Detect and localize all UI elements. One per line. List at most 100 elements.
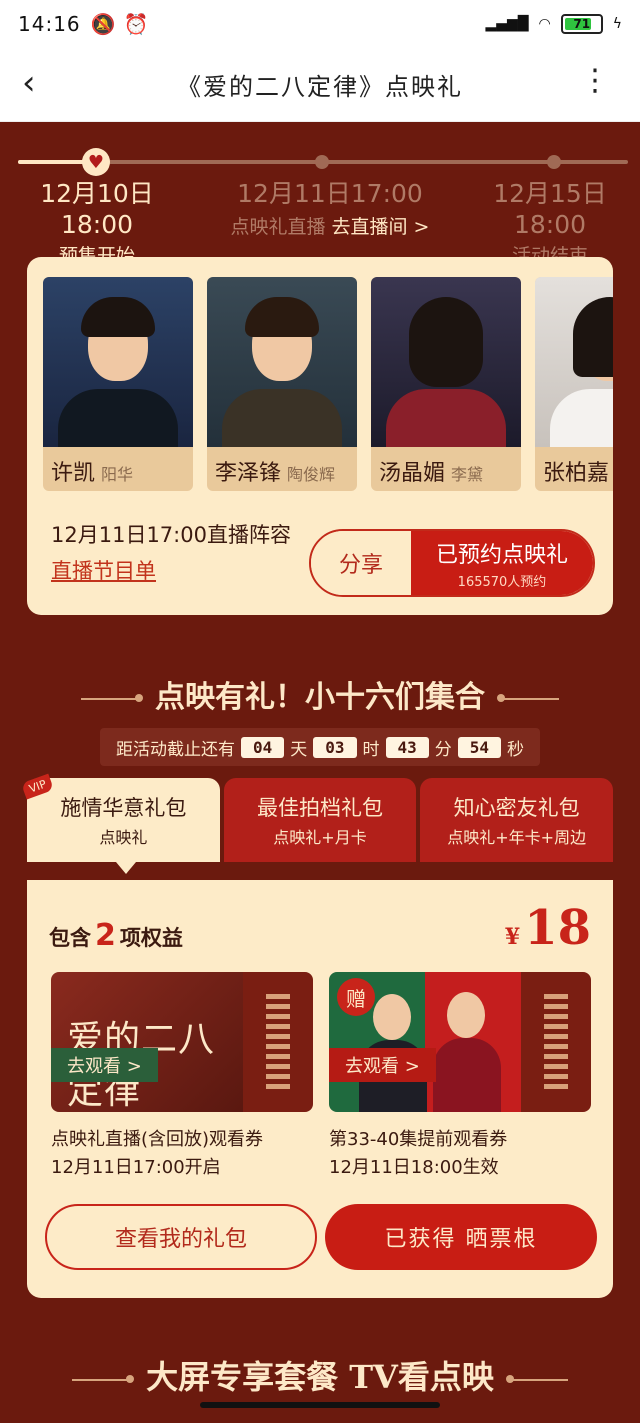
tab-subtitle: 点映礼+月卡	[273, 828, 367, 847]
section-title-text: 大屏专享套餐 TV看点映	[146, 1358, 494, 1396]
cast-list[interactable]: 许凯 阳华 李泽锋 陶俊辉 汤晶媚 李黛 张柏嘉	[43, 277, 613, 491]
timeline-dot	[315, 155, 329, 169]
price-amount: 18	[524, 900, 591, 956]
coupon-poster: 爱的二八定律 去观看 >	[51, 972, 243, 1112]
timeline-label: 点映礼直播	[230, 216, 326, 238]
benefit-summary: 包含 2 项权益	[49, 918, 183, 953]
coupon-desc: 第33-40集提前观看券 12月11日18:00生效	[329, 1126, 507, 1182]
timeline-date: 12月11日17:00	[237, 179, 423, 208]
countdown: 距活动截止还有 04 天 03 时 43 分 54 秒	[100, 728, 540, 766]
section-title-gift: 点映有礼！小十六们集合	[0, 672, 640, 716]
countdown-unit: 分	[434, 739, 452, 760]
actor-name: 汤晶媚	[379, 461, 446, 486]
section-title-text: 点映有礼！小十六们集合	[155, 680, 485, 715]
page-title: 《爱的二八定律》点映礼	[177, 73, 463, 101]
actor-name: 李泽锋	[215, 461, 282, 486]
package-panel: 包含 2 项权益 ¥18 爱的二八定律 去观看 > 点映礼直播(含回放)观看券 12…	[27, 880, 613, 1298]
reserved-button[interactable]: 已预约点映礼 165570人预约	[411, 531, 593, 595]
reserve-group: 分享 已预约点映礼 165570人预约	[309, 529, 595, 597]
cast-photo	[371, 277, 521, 447]
cast-card[interactable]: 李泽锋 陶俊辉	[207, 277, 357, 491]
obtained-button[interactable]: 已获得 晒票根	[325, 1204, 597, 1270]
wifi-icon: ◠	[538, 16, 551, 32]
tab-subtitle: 点映礼+年卡+周边	[447, 828, 587, 847]
coupon-desc-title: 点映礼直播(含回放)观看券	[51, 1129, 264, 1150]
role-name: 阳华	[101, 465, 134, 484]
timeline-item-presale: 12月10日18:00 预售开始	[12, 174, 182, 268]
countdown-unit: 秒	[507, 739, 525, 760]
charging-icon: ϟ	[612, 16, 622, 32]
countdown-unit: 时	[362, 739, 380, 760]
timeline-item-live: 12月11日17:00 点映礼直播 去直播间 >	[215, 174, 445, 239]
tab-pointer	[116, 862, 136, 874]
event-timeline: ♥ 12月10日18:00 预售开始 12月11日17:00 点映礼直播 去直播间…	[0, 122, 640, 267]
go-live-link[interactable]: 去直播间 >	[332, 216, 430, 238]
coupon-desc-time: 12月11日17:00开启	[51, 1157, 221, 1178]
back-icon[interactable]: ‹	[22, 66, 36, 100]
mute-bell-icon: 🔕	[90, 12, 116, 36]
coupon-desc-title: 第33-40集提前观看券	[329, 1129, 508, 1150]
tab-title: 知心密友礼包	[453, 796, 580, 820]
home-indicator[interactable]	[200, 1402, 440, 1408]
countdown-days: 04	[240, 736, 285, 758]
reserve-count: 165570人预约	[457, 574, 547, 590]
benefit-count: 2	[95, 918, 116, 953]
coupon-poster: 赠 去观看 >	[329, 972, 521, 1112]
tab-vip-package[interactable]: VIP 施情华意礼包 点映礼	[20, 773, 220, 862]
share-button[interactable]: 分享	[311, 531, 411, 595]
tab-partner-package[interactable]: 最佳拍档礼包 点映礼+月卡	[223, 778, 417, 862]
section-title-tv: 大屏专享套餐 TV看点映	[0, 1352, 640, 1398]
price: ¥18	[505, 900, 591, 956]
coupon-early-episodes[interactable]: 赠 去观看 >	[329, 972, 591, 1112]
timeline-dot	[547, 155, 561, 169]
watch-button[interactable]: 去观看 >	[51, 1048, 158, 1082]
role-name: 陶俊辉	[287, 465, 336, 484]
status-bar: 14:16 🔕 ⏰ ▂▄▆█ ◠ 71 ϟ	[0, 0, 640, 48]
cast-photo	[207, 277, 357, 447]
more-icon[interactable]: ⋮	[580, 66, 610, 96]
lineup-text: 12月11日17:00直播阵容	[51, 523, 291, 547]
coupon-desc: 点映礼直播(含回放)观看券 12月11日17:00开启	[51, 1126, 263, 1182]
coupon-stub	[243, 972, 313, 1112]
cast-photo	[43, 277, 193, 447]
heart-icon: ♥	[82, 148, 110, 176]
timeline-date: 12月10日18:00	[40, 179, 154, 239]
coupon-stub	[521, 972, 591, 1112]
package-tabs: VIP 施情华意礼包 点映礼 最佳拍档礼包 点映礼+月卡 知心密友礼包 点映礼+…	[20, 773, 614, 862]
tab-subtitle: 点映礼	[99, 828, 148, 847]
cast-card[interactable]: 汤晶媚 李黛	[371, 277, 521, 491]
timeline-date: 12月15日18:00	[493, 179, 607, 239]
benefit-prefix: 包含	[49, 926, 91, 950]
schedule-link[interactable]: 直播节目单	[51, 555, 156, 585]
cast-card[interactable]: 张柏嘉	[535, 277, 613, 491]
actor-name: 许凯	[51, 461, 96, 486]
vip-badge: VIP	[20, 773, 55, 800]
timeline-item-end: 12月15日18:00 活动结束	[462, 174, 638, 268]
watch-button[interactable]: 去观看 >	[329, 1048, 436, 1082]
countdown-prefix: 距活动截止还有	[115, 739, 235, 760]
status-time: 14:16	[18, 12, 81, 36]
countdown-hours: 03	[313, 736, 357, 758]
reserved-label: 已预约点映礼	[435, 542, 568, 568]
countdown-unit: 天	[290, 739, 308, 760]
cast-panel: 许凯 阳华 李泽锋 陶俊辉 汤晶媚 李黛 张柏嘉 12月11日17:00直播阵容 直播…	[27, 257, 613, 615]
battery-level: 71	[573, 17, 591, 31]
coupon-live-replay[interactable]: 爱的二八定律 去观看 >	[51, 972, 313, 1112]
countdown-seconds: 54	[457, 736, 502, 758]
nav-bar: ‹ 《爱的二八定律》点映礼 ⋮	[0, 48, 640, 122]
cast-photo	[535, 277, 613, 447]
tab-friend-package[interactable]: 知心密友礼包 点映礼+年卡+周边	[420, 778, 614, 862]
tab-title: 最佳拍档礼包	[257, 796, 383, 820]
benefit-suffix: 项权益	[119, 926, 183, 950]
actor-name: 张柏嘉	[543, 461, 610, 486]
battery-icon: 71	[560, 14, 603, 34]
coupon-desc-time: 12月11日18:00生效	[329, 1157, 499, 1178]
gift-badge: 赠	[337, 978, 375, 1016]
role-name: 李黛	[451, 465, 484, 484]
price-currency: ¥	[504, 924, 521, 950]
signal-icon: ▂▄▆█	[485, 16, 529, 32]
tab-title: 施情华意礼包	[60, 796, 187, 820]
countdown-minutes: 43	[385, 736, 429, 758]
cast-card[interactable]: 许凯 阳华	[43, 277, 193, 491]
my-gift-button[interactable]: 查看我的礼包	[45, 1204, 317, 1270]
